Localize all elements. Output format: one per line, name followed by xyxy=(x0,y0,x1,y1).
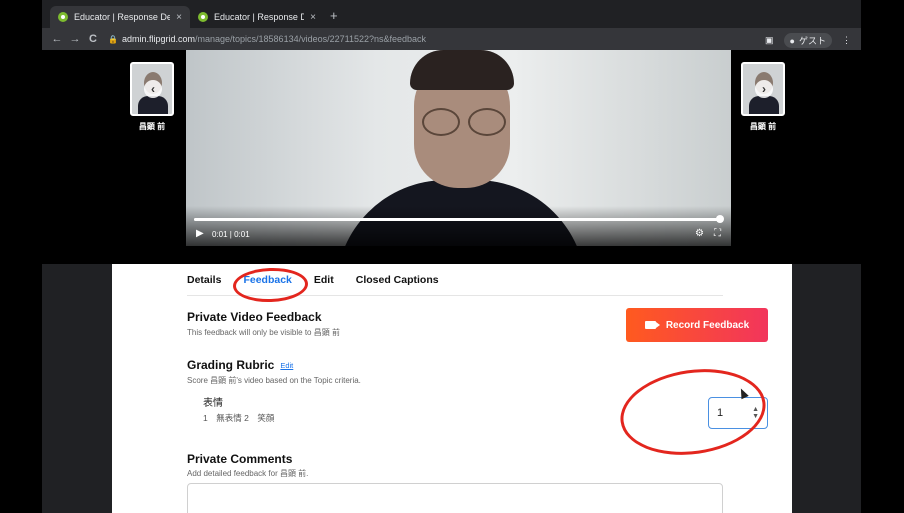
url-domain: admin.flipgrid.com xyxy=(121,34,195,44)
record-feedback-label: Record Feedback xyxy=(665,319,750,331)
student-body xyxy=(138,96,168,114)
tabs-divider xyxy=(187,295,723,296)
lock-icon: 🔒 xyxy=(108,34,118,44)
browser-tab-1[interactable]: Educator | Response Details × xyxy=(50,6,190,28)
student-body xyxy=(749,96,779,114)
tab-title: Educator | Response Details xyxy=(74,12,171,22)
translate-icon[interactable]: ▣ xyxy=(765,35,774,46)
video-scrubber[interactable] xyxy=(194,215,724,223)
response-details-panel: Details Feedback Edit Closed Captions Pr… xyxy=(112,264,792,513)
score-value: 1 xyxy=(717,407,724,419)
record-feedback-button[interactable]: Record Feedback xyxy=(626,308,768,342)
next-student-thumbnail[interactable]: › xyxy=(741,62,785,116)
grading-rubric-title: Grading Rubric Edit xyxy=(187,358,293,372)
flipgrid-favicon-icon xyxy=(58,12,68,22)
chevron-left-icon[interactable]: ‹ xyxy=(144,80,162,98)
browser-toolbar: ← → C 🔒 admin.flipgrid.com/manage/topics… xyxy=(42,28,861,50)
tab-closed-captions[interactable]: Closed Captions xyxy=(356,274,439,286)
video-player[interactable]: ▶ 0:01 | 0:01 ⚙ ⛶ xyxy=(186,50,731,246)
grading-rubric-subtitle: Score 昌顕 前's video based on the Topic cr… xyxy=(187,376,361,385)
private-comments-title: Private Comments xyxy=(187,452,293,466)
fullscreen-icon[interactable]: ⛶ xyxy=(714,228,721,239)
tab-title: Educator | Response Details xyxy=(214,12,305,22)
play-icon[interactable]: ▶ xyxy=(196,228,204,239)
video-controls-gradient xyxy=(186,206,731,246)
detail-tabs: Details Feedback Edit Closed Captions xyxy=(187,274,461,286)
close-tab-icon[interactable]: × xyxy=(310,12,316,23)
prev-student-thumbnail[interactable]: ‹ xyxy=(130,62,174,116)
video-time: 0:01 | 0:01 xyxy=(212,230,250,239)
stepper-arrows-icon[interactable]: ▲ ▼ xyxy=(752,406,759,420)
video-controls-right: ⚙ ⛶ xyxy=(695,228,721,239)
tab-details[interactable]: Details xyxy=(187,274,221,286)
new-tab-button[interactable]: + xyxy=(330,8,338,23)
next-student-name: 昌顕 前 xyxy=(749,122,777,131)
tab-strip: Educator | Response Details × Educator |… xyxy=(42,0,861,28)
menu-kebab-icon[interactable]: ⋮ xyxy=(842,35,851,46)
profile-button[interactable]: ● ゲスト xyxy=(783,33,832,48)
scrubber-handle[interactable] xyxy=(716,215,724,223)
chevron-right-icon[interactable]: › xyxy=(755,80,773,98)
toolbar-right: ▣ ● ゲスト ⋮ xyxy=(765,33,851,48)
profile-label: ゲスト xyxy=(798,36,826,46)
url-path: /manage/topics/18586134/videos/22711522?… xyxy=(195,34,427,44)
browser-window: Educator | Response Details × Educator |… xyxy=(42,0,861,513)
criterion-scale: 1 無表情 2 笑顔 xyxy=(203,413,275,423)
video-camera-icon xyxy=(644,321,660,329)
private-comments-subtitle: Add detailed feedback for 昌顕 前. xyxy=(187,469,309,478)
video-person-hair xyxy=(410,50,514,90)
rubric-edit-link[interactable]: Edit xyxy=(280,361,293,370)
tab-feedback[interactable]: Feedback xyxy=(243,274,291,286)
glasses-icon xyxy=(422,108,460,136)
address-bar[interactable]: admin.flipgrid.com/manage/topics/1858613… xyxy=(122,34,426,44)
close-tab-icon[interactable]: × xyxy=(176,12,182,23)
glasses-icon xyxy=(468,108,506,136)
reload-icon[interactable]: C xyxy=(84,33,102,45)
private-comments-textarea[interactable] xyxy=(187,483,723,513)
private-video-feedback-title: Private Video Feedback xyxy=(187,310,322,324)
browser-tab-2[interactable]: Educator | Response Details × xyxy=(190,6,324,28)
private-video-feedback-subtitle: This feedback will only be visible to 昌顕… xyxy=(187,328,340,337)
forward-arrow-icon[interactable]: → xyxy=(66,33,84,45)
flipgrid-favicon-icon xyxy=(198,12,208,22)
grading-rubric-label: Grading Rubric xyxy=(187,358,275,372)
prev-student-name: 昌顕 前 xyxy=(138,122,166,131)
settings-gear-icon[interactable]: ⚙ xyxy=(695,228,704,239)
profile-avatar-icon: ● xyxy=(789,35,795,46)
tab-edit[interactable]: Edit xyxy=(314,274,334,286)
criterion-name: 表情 xyxy=(203,398,223,409)
score-stepper[interactable]: 1 ▲ ▼ xyxy=(708,397,768,429)
back-arrow-icon[interactable]: ← xyxy=(48,33,66,45)
scrubber-fill xyxy=(194,218,720,221)
